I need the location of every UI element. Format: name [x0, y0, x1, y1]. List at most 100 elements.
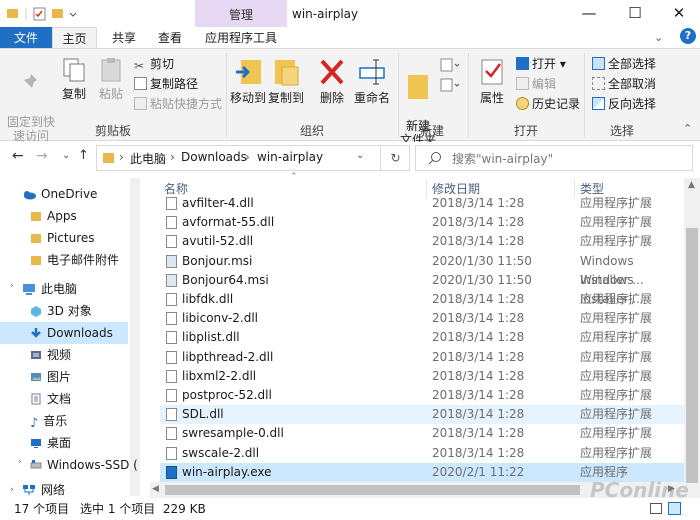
history-label: 历史记录 — [532, 97, 581, 111]
item-count: 17 个项目 — [14, 502, 70, 516]
tab-view[interactable]: 查看 — [150, 27, 190, 49]
properties-button[interactable]: 属性 — [474, 57, 510, 105]
file-row[interactable]: swresample-0.dll 2018/3/14 1:28 应用程序扩展 — [160, 424, 684, 443]
quick-access-toolbar — [7, 7, 77, 21]
cube-icon — [31, 306, 41, 317]
move-to-button[interactable]: 移动到 — [230, 57, 266, 105]
select-none-icon — [592, 77, 605, 90]
watermark: PConline — [590, 478, 689, 502]
tab-share[interactable]: 共享 — [104, 27, 144, 49]
folder-icon — [7, 9, 18, 18]
expand-chevron-icon[interactable]: › — [10, 485, 14, 495]
edit-button[interactable]: 编辑 — [516, 75, 556, 93]
new-item-dropdown[interactable] — [440, 57, 462, 97]
nav-item-3d-objects[interactable]: 3D 对象 — [0, 300, 128, 322]
paste-icon — [101, 58, 121, 82]
nav-item-email-attachments[interactable]: 电子邮件附件 — [0, 249, 128, 271]
rename-button[interactable]: 重命名 — [352, 57, 392, 105]
maximize-button[interactable]: ☐ — [612, 0, 658, 27]
select-all-button[interactable]: 全部选择 — [592, 55, 656, 73]
up-icon[interactable]: ↑ — [78, 148, 89, 163]
file-row[interactable]: libxml2-2.dll 2018/3/14 1:28 应用程序扩展 — [160, 367, 684, 386]
tab-home[interactable]: 主页 — [52, 27, 97, 49]
copy-to-icon — [275, 60, 299, 86]
file-row[interactable]: libplist.dll 2018/3/14 1:28 应用程序扩展 — [160, 328, 684, 347]
selection-info: 选中 1 个项目 229 KB — [80, 502, 206, 516]
back-icon[interactable]: ← — [12, 148, 24, 164]
copy-to-button[interactable]: 复制到 — [268, 57, 304, 105]
tab-file[interactable]: 文件 — [0, 27, 52, 49]
nav-label: 此电脑 — [41, 282, 78, 296]
address-history-chevron-icon[interactable]: ⌄ — [356, 150, 364, 161]
file-name: Bonjour.msi — [182, 253, 253, 268]
cut-button[interactable]: ✂ 剪切 — [134, 55, 174, 73]
nav-item-network[interactable]: 网络 — [0, 482, 128, 498]
copy-button[interactable]: 复制 — [58, 57, 90, 101]
breadcrumb-this-pc[interactable]: 此电脑 — [130, 150, 166, 167]
scroll-left-icon[interactable]: ◀ — [152, 484, 159, 494]
file-row[interactable]: Bonjour64.msi 2020/1/30 11:50 Windows Inst… — [160, 271, 684, 306]
folder-icon — [31, 256, 41, 265]
scroll-up-icon[interactable]: ▲ — [688, 180, 695, 190]
copy-path-button[interactable]: 复制路径 — [134, 75, 198, 93]
expand-chevron-icon[interactable]: › — [10, 281, 14, 291]
paste-button[interactable]: 粘贴 — [94, 57, 128, 101]
nav-item-documents[interactable]: 文档 — [0, 388, 128, 410]
nav-item-pictures[interactable]: Pictures — [0, 227, 128, 249]
file-name: win-airplay.exe — [182, 464, 272, 479]
file-row[interactable]: avfilter-4.dll 2018/3/14 1:28 应用程序扩展 — [160, 194, 684, 213]
breadcrumb-downloads[interactable]: Downloads — [181, 150, 247, 164]
forward-icon[interactable]: → — [36, 148, 48, 164]
chevron-down-icon[interactable]: ⌄ — [654, 31, 663, 44]
file-row[interactable]: libpthread-2.dll 2018/3/14 1:28 应用程序扩展 — [160, 348, 684, 367]
help-icon[interactable]: ? — [680, 28, 696, 44]
file-row[interactable]: swscale-2.dll 2018/3/14 1:28 应用程序扩展 — [160, 444, 684, 463]
context-tab-manage[interactable]: 管理 — [195, 0, 287, 27]
minimize-button[interactable]: — — [566, 0, 612, 27]
open-button[interactable]: 打开 ▾ — [516, 55, 566, 73]
large-icons-view-icon[interactable] — [668, 502, 681, 515]
refresh-icon[interactable]: ↻ — [380, 145, 410, 171]
file-row[interactable]: SDL.dll 2018/3/14 1:28 应用程序扩展 — [160, 405, 684, 425]
breadcrumb-win-airplay[interactable]: win-airplay — [257, 150, 323, 164]
collapse-ribbon-icon[interactable]: ⌃ — [683, 122, 692, 135]
delete-button[interactable]: 删除 — [316, 57, 348, 105]
file-row[interactable]: libfdk.dll 2018/3/14 1:28 应用程序扩展 — [160, 290, 684, 309]
drive-icon — [30, 460, 42, 469]
nav-item-videos[interactable]: 视频 — [0, 344, 128, 366]
file-row[interactable]: postproc-52.dll 2018/3/14 1:28 应用程序扩展 — [160, 386, 684, 405]
nav-item-onedrive[interactable]: OneDrive — [0, 183, 128, 205]
history-button[interactable]: 历史记录 — [516, 95, 580, 113]
pin-icon — [23, 74, 37, 89]
nav-scrollbar[interactable] — [130, 178, 140, 496]
file-date: 2018/3/14 1:28 — [432, 234, 525, 249]
close-button[interactable]: ✕ — [656, 0, 700, 27]
file-row[interactable]: libiconv-2.dll 2018/3/14 1:28 应用程序扩展 — [160, 309, 684, 328]
expand-chevron-icon[interactable]: › — [18, 457, 22, 467]
horizontal-scrollbar-thumb[interactable] — [165, 485, 580, 495]
new-folder-icon — [408, 75, 428, 99]
file-row[interactable]: avutil-52.dll 2018/3/14 1:28 应用程序扩展 — [160, 232, 684, 251]
nav-item-pictures-lib[interactable]: 图片 — [0, 366, 128, 388]
scrollbar-thumb[interactable] — [686, 228, 698, 483]
select-none-button[interactable]: 全部取消 — [592, 75, 656, 93]
paste-shortcut-button[interactable]: 粘贴快捷方式 — [134, 95, 222, 113]
file-row[interactable]: avformat-55.dll 2018/3/14 1:28 应用程序扩展 — [160, 213, 684, 232]
file-row[interactable]: Bonjour.msi 2020/1/30 11:50 Windows Instal… — [160, 252, 684, 287]
nav-item-this-pc[interactable]: 此电脑 — [0, 278, 128, 300]
tab-app-tools[interactable]: 应用程序工具 — [198, 27, 284, 49]
file-date: 2020/2/1 11:22 — [432, 464, 525, 479]
details-view-icon[interactable] — [650, 503, 662, 514]
select-all-icon — [592, 57, 605, 70]
rename-label: 重命名 — [353, 91, 390, 105]
nav-item-music[interactable]: ♪ 音乐 — [0, 410, 128, 432]
nav-item-apps[interactable]: Apps — [0, 205, 128, 227]
nav-item-desktop[interactable]: 桌面 — [0, 432, 128, 454]
invert-selection-button[interactable]: 反向选择 — [592, 95, 656, 113]
chevron-down-icon[interactable]: ⌄ — [62, 150, 70, 161]
file-type: 应用程序扩展 — [580, 349, 653, 364]
nav-item-downloads[interactable]: Downloads — [0, 322, 128, 344]
move-to-label: 移动到 — [230, 91, 267, 105]
open-group-label: 打开 — [513, 124, 538, 138]
file-date: 2018/3/14 1:28 — [432, 196, 525, 210]
